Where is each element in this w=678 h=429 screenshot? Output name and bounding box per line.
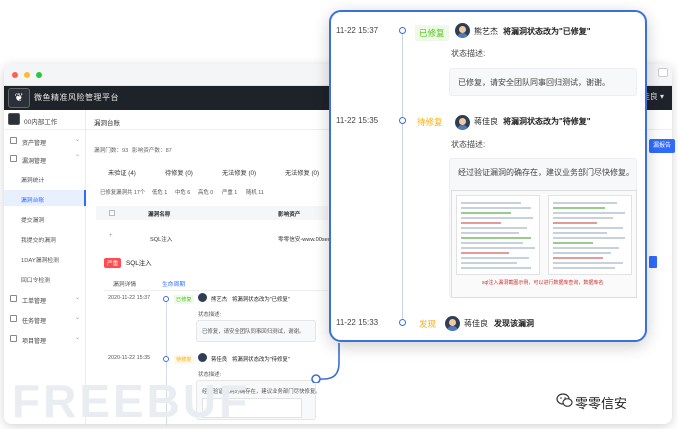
row-vuln-asset[interactable]: 零零信安-www.00sec	[278, 235, 331, 243]
stat-critical: 严重 1	[222, 190, 238, 196]
status-badge-fixed: 已修复	[415, 25, 449, 41]
user-name: 熊艺杰	[474, 27, 498, 36]
filter-tab-unfixable-2[interactable]: 无法修复 (0)	[285, 168, 319, 177]
event-action: 将漏洞状态改为"待修复"	[503, 117, 591, 126]
stat-medium: 中危 6	[175, 190, 191, 196]
filter-tab-unfixable[interactable]: 无法修复 (0)	[222, 168, 256, 177]
tab-vuln-details[interactable]: 漏洞详情	[113, 279, 136, 288]
status-desc-label: 状态描述:	[451, 140, 486, 149]
mini-event-time: 2020-11-22 15:37	[108, 295, 151, 301]
timeline-node	[399, 319, 406, 326]
user-name: 蒋佳良	[474, 117, 498, 126]
avatar	[198, 293, 207, 302]
row-vuln-name[interactable]: SQL注入	[150, 235, 172, 243]
stat-fixed-total: 已修复漏洞共 17个	[100, 190, 146, 196]
event-time: 11-22 15:35	[336, 116, 379, 125]
status-badge-pending: 待修复	[417, 117, 443, 127]
screenshot-pane-right	[548, 195, 632, 275]
column-header-asset: 影响资产	[278, 212, 301, 218]
wechat-icon	[556, 393, 573, 407]
timeline-node	[399, 117, 406, 124]
detail-title: SQL注入	[126, 260, 152, 267]
tab-divider	[104, 290, 328, 291]
timeline-node	[399, 27, 406, 34]
event-time: 11-22 15:33	[336, 318, 379, 327]
status-badge-found: 发现	[419, 319, 437, 329]
status-desc-card: 已修复，请安全团队同事回归测试，谢谢。	[449, 68, 637, 96]
lifecycle-zoom-popup: 11-22 15:37 已修复 熊艺杰 将漏洞状态改为"已修复" 状态描述: 已…	[329, 10, 647, 342]
freebuf-watermark: FREEBUF	[12, 375, 251, 427]
screenshot-pane-left	[456, 195, 540, 275]
stat-low: 低危 1	[152, 190, 168, 196]
filter-tab-unverified[interactable]: 未验证 (4)	[108, 168, 136, 177]
mini-action: 将漏洞状态改为"待修复"	[232, 357, 290, 363]
avatar	[445, 316, 460, 331]
user-name: 蒋佳良	[464, 319, 488, 328]
wechat-account-watermark: 零零信安	[575, 396, 628, 411]
stat-random: 随机 11	[246, 190, 264, 196]
select-all-checkbox[interactable]	[109, 210, 115, 216]
mini-action: 将漏洞状态改为"已修复"	[232, 297, 290, 303]
window-control-icon[interactable]	[658, 68, 668, 77]
expand-row-icon[interactable]: +	[109, 233, 113, 239]
attachment-caption: sql注入漏洞截图示例，可以进行数据库查询，数据库名	[482, 280, 604, 286]
filter-tab-pending[interactable]: 待修复 (0)	[165, 168, 193, 177]
mini-status-pending: 待修复	[174, 355, 194, 364]
avatar	[455, 115, 470, 130]
timeline-line	[402, 32, 403, 322]
mini-desc: 已修复，请安全团队同事回归测试，谢谢。	[202, 329, 305, 335]
screenshot-stage: ❦ 微鱼精准风险管理平台 蒋佳良 ▾ 00内部工作 资产管理 ⌄ 漏洞管理 ⌃ …	[0, 0, 678, 429]
avatar	[455, 23, 470, 38]
mini-desc-label: 状态描述:	[198, 312, 222, 318]
event-action: 将漏洞状态改为"已修复"	[503, 27, 591, 36]
report-button[interactable]: 漏报告	[649, 139, 675, 153]
status-desc: 经过验证漏洞的确存在，建议业务部门尽快修复。	[458, 168, 634, 177]
status-desc-label: 状态描述:	[451, 49, 486, 58]
event-time: 11-22 15:37	[336, 26, 379, 35]
vuln-count: 漏洞门数：93	[94, 148, 129, 154]
asset-count: 影响资产数：87	[132, 148, 172, 154]
avatar	[198, 353, 207, 362]
column-header-name: 漏洞名称	[148, 212, 171, 218]
mini-status-fixed: 已修复	[174, 295, 194, 304]
mini-timeline-node	[163, 296, 169, 302]
status-desc: 已修复，请安全团队同事回归测试，谢谢。	[458, 78, 610, 87]
mini-event-time: 2020-11-22 15:35	[108, 355, 151, 361]
attachment-screenshot[interactable]: sql注入漏洞截图示例，可以进行数据库查询，数据库名	[451, 190, 637, 298]
mini-timeline-node	[163, 356, 169, 362]
severity-badge: 严重	[104, 258, 122, 268]
mini-user-name: 熊艺杰	[211, 297, 228, 303]
stat-high: 高危 0	[198, 190, 214, 196]
side-action-button[interactable]	[649, 256, 657, 268]
event-action: 发现该漏洞	[494, 319, 534, 328]
mini-user-name: 蒋佳良	[211, 357, 228, 363]
